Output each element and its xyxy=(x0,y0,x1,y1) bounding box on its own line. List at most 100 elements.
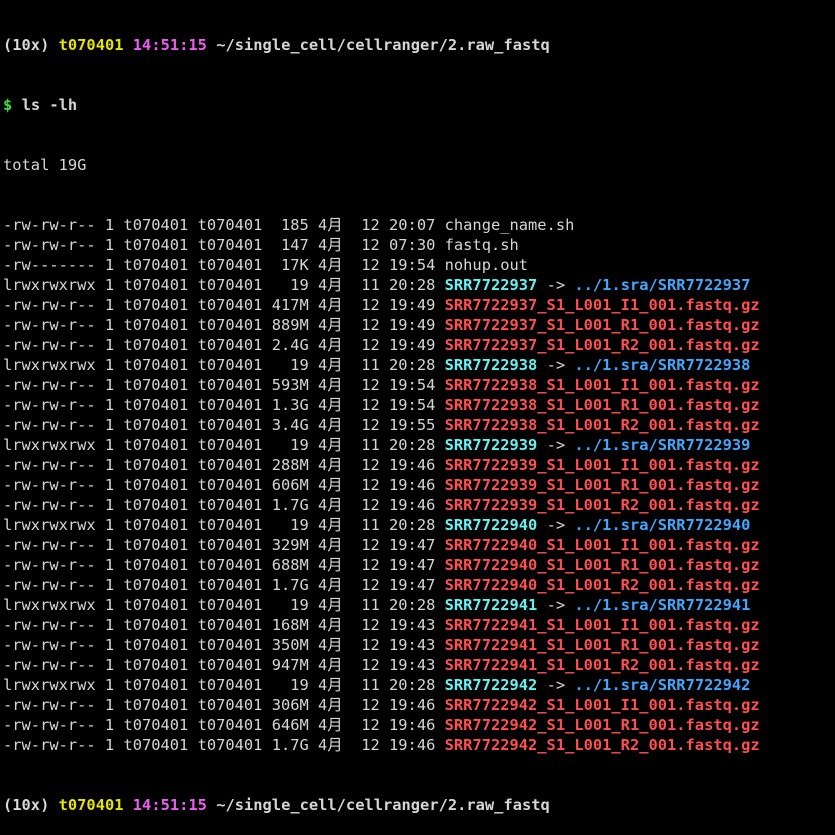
file-row: lrwxrwxrwx 1 t070401 t070401 19 4月 11 20… xyxy=(3,275,835,295)
file-meta: -rw-rw-r-- 1 t070401 t070401 350M 4月 12 … xyxy=(3,636,445,654)
file-name: SRR7722941_S1_L001_R1_001.fastq.gz xyxy=(444,636,760,654)
file-meta: -rw-rw-r-- 1 t070401 t070401 185 4月 12 2… xyxy=(3,216,445,234)
file-name: SRR7722938_S1_L001_R2_001.fastq.gz xyxy=(444,416,760,434)
file-meta: -rw-rw-r-- 1 t070401 t070401 889M 4月 12 … xyxy=(3,316,445,334)
file-meta: lrwxrwxrwx 1 t070401 t070401 19 4月 11 20… xyxy=(3,356,445,374)
file-name: SRR7722938_S1_L001_I1_001.fastq.gz xyxy=(444,376,760,394)
file-name: SRR7722940_S1_L001_I1_001.fastq.gz xyxy=(444,536,760,554)
file-name: SRR7722942_S1_L001_R1_001.fastq.gz xyxy=(444,716,760,734)
file-row: lrwxrwxrwx 1 t070401 t070401 19 4月 11 20… xyxy=(3,595,835,615)
file-meta: -rw-rw-r-- 1 t070401 t070401 947M 4月 12 … xyxy=(3,656,445,674)
file-meta: -rw-rw-r-- 1 t070401 t070401 688M 4月 12 … xyxy=(3,556,445,574)
file-meta: -rw-rw-r-- 1 t070401 t070401 593M 4月 12 … xyxy=(3,376,445,394)
file-name: SRR7722938_S1_L001_R1_001.fastq.gz xyxy=(444,396,760,414)
file-name: fastq.sh xyxy=(444,236,519,254)
prompt-line: (10x) t070401 14:51:15 ~/single_cell/cel… xyxy=(3,35,835,55)
file-name: SRR7722940_S1_L001_R2_001.fastq.gz xyxy=(444,576,760,594)
file-name: SRR7722941_S1_L001_R2_001.fastq.gz xyxy=(444,656,760,674)
file-meta: -rw-rw-r-- 1 t070401 t070401 2.4G 4月 12 … xyxy=(3,336,445,354)
file-row: -rw-rw-r-- 1 t070401 t070401 1.7G 4月 12 … xyxy=(3,495,835,515)
file-name: SRR7722937_S1_L001_R1_001.fastq.gz xyxy=(444,316,760,334)
file-meta: -rw-rw-r-- 1 t070401 t070401 288M 4月 12 … xyxy=(3,456,445,474)
file-meta: -rw-rw-r-- 1 t070401 t070401 1.7G 4月 12 … xyxy=(3,736,445,754)
file-row: -rw-rw-r-- 1 t070401 t070401 147 4月 12 0… xyxy=(3,235,835,255)
terminal-window[interactable]: (10x) t070401 14:51:15 ~/single_cell/cel… xyxy=(3,0,835,835)
file-row: lrwxrwxrwx 1 t070401 t070401 19 4月 11 20… xyxy=(3,675,835,695)
file-row: -rw-rw-r-- 1 t070401 t070401 688M 4月 12 … xyxy=(3,555,835,575)
file-name: SRR7722941_S1_L001_I1_001.fastq.gz xyxy=(444,616,760,634)
file-row: -rw-rw-r-- 1 t070401 t070401 947M 4月 12 … xyxy=(3,655,835,675)
file-name: change_name.sh xyxy=(444,216,575,234)
command-text: ls -lh xyxy=(21,96,78,114)
file-name: SRR7722940_S1_L001_R1_001.fastq.gz xyxy=(444,556,760,574)
file-name: SRR7722941 xyxy=(444,596,538,614)
symlink-arrow: -> xyxy=(537,436,575,454)
file-meta: lrwxrwxrwx 1 t070401 t070401 19 4月 11 20… xyxy=(3,516,445,534)
file-row: -rw-rw-r-- 1 t070401 t070401 417M 4月 12 … xyxy=(3,295,835,315)
file-row: -rw-rw-r-- 1 t070401 t070401 1.7G 4月 12 … xyxy=(3,575,835,595)
file-meta: -rw-rw-r-- 1 t070401 t070401 306M 4月 12 … xyxy=(3,696,445,714)
file-row: -rw-rw-r-- 1 t070401 t070401 185 4月 12 2… xyxy=(3,215,835,235)
command-line[interactable]: $ ls -lh xyxy=(3,95,835,115)
file-name: SRR7722939_S1_L001_R2_001.fastq.gz xyxy=(444,496,760,514)
file-row: -rw-rw-r-- 1 t070401 t070401 2.4G 4月 12 … xyxy=(3,335,835,355)
symlink-arrow: -> xyxy=(537,356,575,374)
file-name: SRR7722942_S1_L001_R2_001.fastq.gz xyxy=(444,736,760,754)
file-row: -rw------- 1 t070401 t070401 17K 4月 12 1… xyxy=(3,255,835,275)
file-name: SRR7722937 xyxy=(444,276,538,294)
file-name: SRR7722939_S1_L001_R1_001.fastq.gz xyxy=(444,476,760,494)
prompt-line-partial: (10x) t070401 14:51:15 ~/single_cell/cel… xyxy=(3,795,835,815)
file-meta: lrwxrwxrwx 1 t070401 t070401 19 4月 11 20… xyxy=(3,276,445,294)
file-row: -rw-rw-r-- 1 t070401 t070401 593M 4月 12 … xyxy=(3,375,835,395)
file-row: -rw-rw-r-- 1 t070401 t070401 1.3G 4月 12 … xyxy=(3,395,835,415)
file-row: -rw-rw-r-- 1 t070401 t070401 306M 4月 12 … xyxy=(3,695,835,715)
prompt-user: t070401 xyxy=(58,796,124,814)
file-name: SRR7722942 xyxy=(444,676,538,694)
symlink-target: ../1.sra/SRR7722938 xyxy=(574,356,751,374)
file-meta: -rw-rw-r-- 1 t070401 t070401 147 4月 12 0… xyxy=(3,236,445,254)
symlink-target: ../1.sra/SRR7722937 xyxy=(574,276,751,294)
file-row: -rw-rw-r-- 1 t070401 t070401 168M 4月 12 … xyxy=(3,615,835,635)
file-listing: -rw-rw-r-- 1 t070401 t070401 185 4月 12 2… xyxy=(3,215,835,755)
file-row: lrwxrwxrwx 1 t070401 t070401 19 4月 11 20… xyxy=(3,515,835,535)
symlink-arrow: -> xyxy=(537,596,575,614)
prompt-time: 14:51:15 xyxy=(132,796,207,814)
file-name: SRR7722939 xyxy=(444,436,538,454)
file-row: -rw-rw-r-- 1 t070401 t070401 889M 4月 12 … xyxy=(3,315,835,335)
file-meta: -rw-rw-r-- 1 t070401 t070401 606M 4月 12 … xyxy=(3,476,445,494)
prompt-env: (10x) xyxy=(3,796,50,814)
file-name: SRR7722938 xyxy=(444,356,538,374)
file-row: lrwxrwxrwx 1 t070401 t070401 19 4月 11 20… xyxy=(3,435,835,455)
file-row: -rw-rw-r-- 1 t070401 t070401 646M 4月 12 … xyxy=(3,715,835,735)
file-row: -rw-rw-r-- 1 t070401 t070401 350M 4月 12 … xyxy=(3,635,835,655)
file-meta: -rw-rw-r-- 1 t070401 t070401 3.4G 4月 12 … xyxy=(3,416,445,434)
symlink-arrow: -> xyxy=(537,276,575,294)
file-row: -rw-rw-r-- 1 t070401 t070401 288M 4月 12 … xyxy=(3,455,835,475)
file-name: SRR7722937_S1_L001_R2_001.fastq.gz xyxy=(444,336,760,354)
file-row: -rw-rw-r-- 1 t070401 t070401 3.4G 4月 12 … xyxy=(3,415,835,435)
prompt-path: ~/single_cell/cellranger/2.raw_fastq xyxy=(216,36,550,54)
file-meta: -rw-rw-r-- 1 t070401 t070401 168M 4月 12 … xyxy=(3,616,445,634)
symlink-target: ../1.sra/SRR7722941 xyxy=(574,596,751,614)
file-name: SRR7722942_S1_L001_I1_001.fastq.gz xyxy=(444,696,760,714)
file-meta: -rw-rw-r-- 1 t070401 t070401 417M 4月 12 … xyxy=(3,296,445,314)
file-name: SRR7722939_S1_L001_I1_001.fastq.gz xyxy=(444,456,760,474)
file-meta: -rw-rw-r-- 1 t070401 t070401 1.7G 4月 12 … xyxy=(3,496,445,514)
symlink-target: ../1.sra/SRR7722940 xyxy=(574,516,751,534)
file-row: lrwxrwxrwx 1 t070401 t070401 19 4月 11 20… xyxy=(3,355,835,375)
file-row: -rw-rw-r-- 1 t070401 t070401 329M 4月 12 … xyxy=(3,535,835,555)
file-row: -rw-rw-r-- 1 t070401 t070401 606M 4月 12 … xyxy=(3,475,835,495)
file-meta: lrwxrwxrwx 1 t070401 t070401 19 4月 11 20… xyxy=(3,436,445,454)
file-name: SRR7722937_S1_L001_I1_001.fastq.gz xyxy=(444,296,760,314)
file-name: SRR7722940 xyxy=(444,516,538,534)
file-meta: -rw-rw-r-- 1 t070401 t070401 1.7G 4月 12 … xyxy=(3,576,445,594)
symlink-arrow: -> xyxy=(537,516,575,534)
prompt-path: ~/single_cell/cellranger/2.raw_fastq xyxy=(216,796,550,814)
prompt-user: t070401 xyxy=(58,36,124,54)
file-name: nohup.out xyxy=(444,256,529,274)
symlink-target: ../1.sra/SRR7722939 xyxy=(574,436,751,454)
symlink-arrow: -> xyxy=(537,676,575,694)
prompt-env: (10x) xyxy=(3,36,50,54)
file-row: -rw-rw-r-- 1 t070401 t070401 1.7G 4月 12 … xyxy=(3,735,835,755)
file-meta: -rw------- 1 t070401 t070401 17K 4月 12 1… xyxy=(3,256,445,274)
